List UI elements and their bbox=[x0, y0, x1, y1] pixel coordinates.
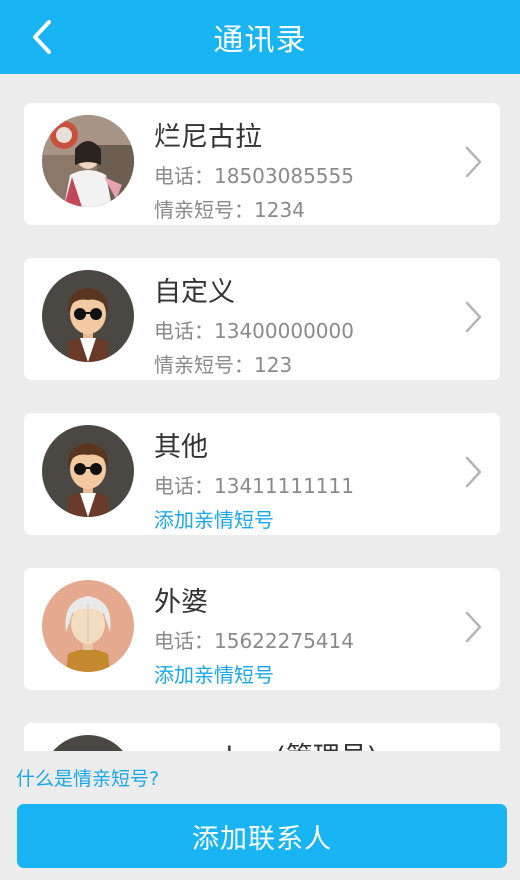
chevron-right-icon bbox=[465, 611, 482, 643]
grandma-avatar bbox=[42, 580, 134, 672]
contact-list[interactable]: 烂尼古拉 电话：18503085555 情亲短号：1234 自定义 电话：134… bbox=[24, 103, 500, 751]
contact-card[interactable]: 其他 电话：13411111111 添加亲情短号 bbox=[24, 413, 500, 535]
header-bar: 通讯录 bbox=[0, 0, 520, 74]
photo-avatar bbox=[42, 115, 134, 207]
page-title: 通讯录 bbox=[213, 23, 307, 58]
contact-phone: 电话：13400000000 bbox=[154, 319, 354, 343]
chevron-right-icon bbox=[465, 146, 482, 178]
back-button[interactable] bbox=[22, 15, 62, 59]
contact-phone: 电话：18503085555 bbox=[154, 164, 354, 188]
add-short-number-link[interactable]: 添加亲情短号 bbox=[154, 659, 274, 688]
contact-name: 其他 bbox=[154, 432, 208, 463]
contact-name: 自定义 bbox=[154, 277, 235, 308]
grandpa-avatar bbox=[42, 735, 134, 751]
contact-card[interactable]: 外婆 电话：15622275414 添加亲情短号 bbox=[24, 568, 500, 690]
add-contact-button[interactable]: 添加联系人 bbox=[17, 804, 507, 868]
young-man-sunglasses-avatar bbox=[42, 425, 134, 517]
contact-card[interactable]: grandpa (管理员) bbox=[24, 723, 500, 751]
young-man-sunglasses-avatar bbox=[42, 270, 134, 362]
chevron-left-icon bbox=[33, 20, 51, 54]
contact-card[interactable]: 自定义 电话：13400000000 情亲短号：123 bbox=[24, 258, 500, 380]
chevron-right-icon bbox=[465, 301, 482, 333]
contact-short-number: 情亲短号：1234 bbox=[154, 198, 305, 222]
contact-name: 烂尼古拉 bbox=[154, 122, 262, 153]
contact-phone: 电话：15622275414 bbox=[154, 629, 354, 653]
add-short-number-link[interactable]: 添加亲情短号 bbox=[154, 504, 274, 533]
contact-phone: 电话：13411111111 bbox=[154, 474, 354, 498]
contact-name: 外婆 bbox=[154, 587, 208, 618]
contact-card[interactable]: 烂尼古拉 电话：18503085555 情亲短号：1234 bbox=[24, 103, 500, 225]
chevron-right-icon bbox=[465, 456, 482, 488]
contacts-screen: 通讯录 烂尼古拉 电话：18503085555 情亲短号：1234 自定义 电话… bbox=[0, 0, 520, 880]
what-is-short-number-link[interactable]: 什么是情亲短号? bbox=[16, 764, 159, 791]
contact-short-number: 情亲短号：123 bbox=[154, 353, 293, 377]
contact-name: grandpa (管理员) bbox=[154, 735, 377, 751]
